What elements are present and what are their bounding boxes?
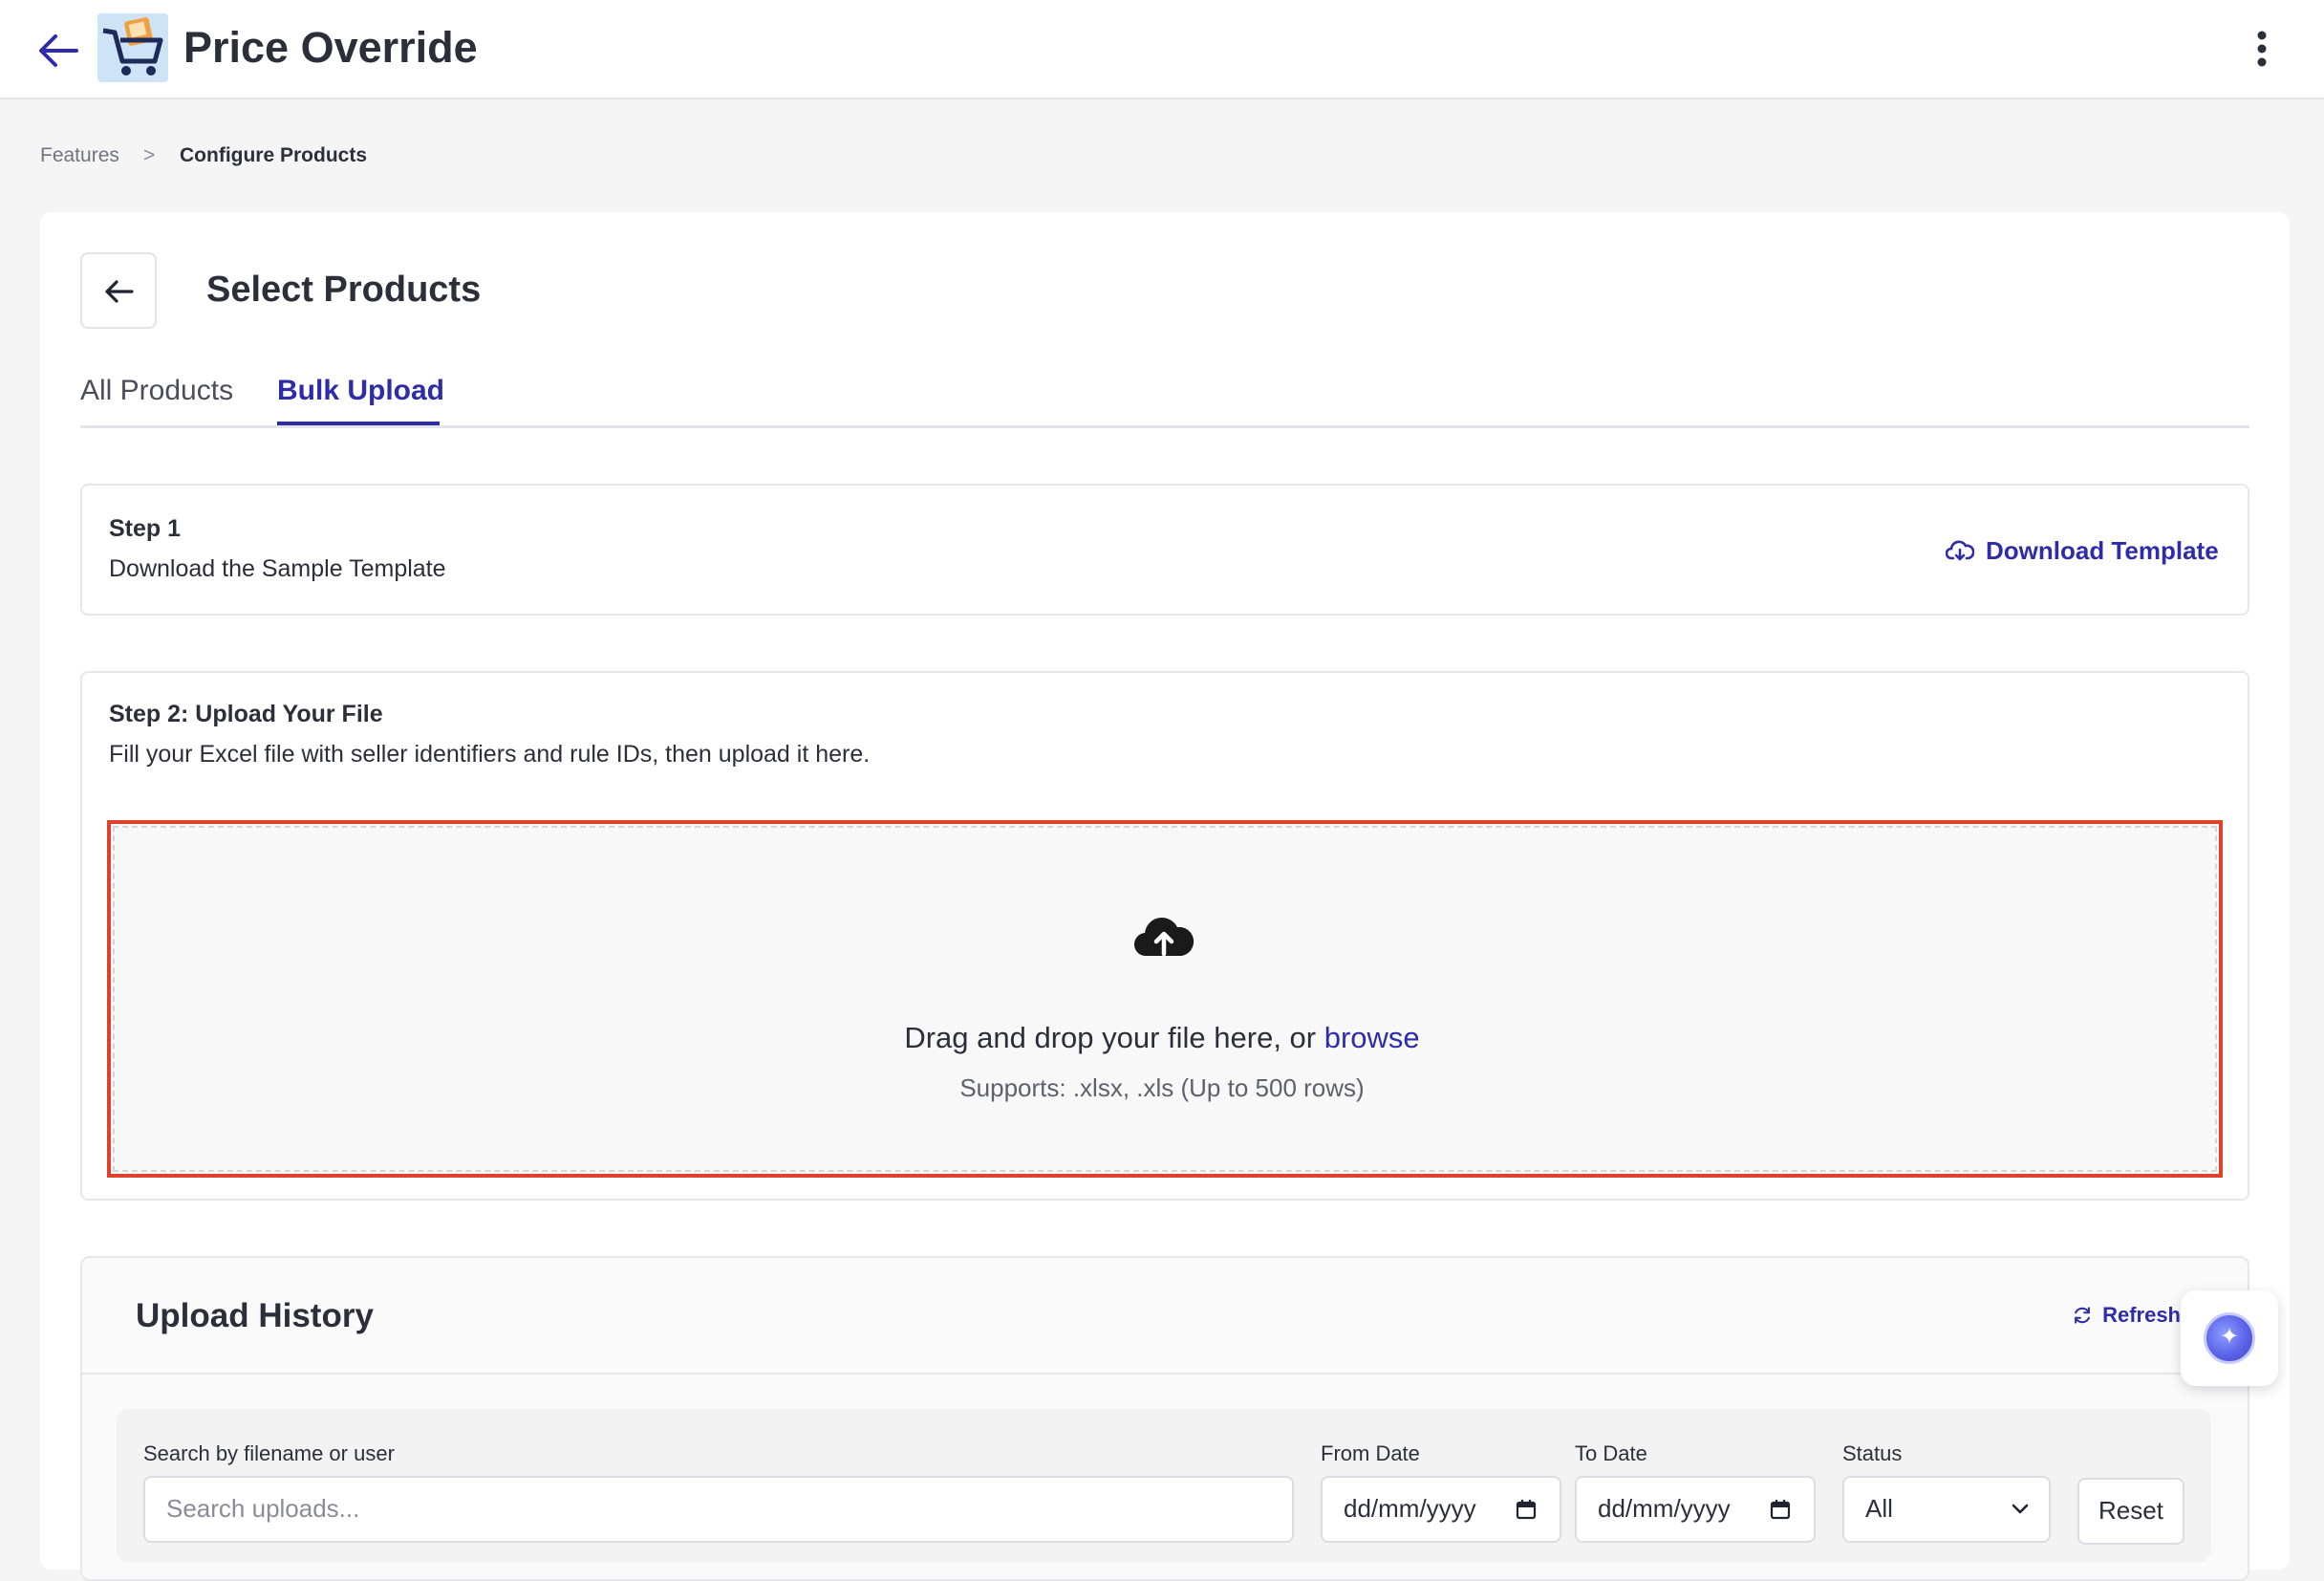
file-dropzone[interactable] xyxy=(107,820,2223,1178)
dropzone-text: Drag and drop your file here, or xyxy=(904,1021,1317,1054)
breadcrumb-features[interactable]: Features xyxy=(40,141,119,170)
refresh-button[interactable]: Refresh xyxy=(2072,1298,2181,1332)
to-date-label: To Date xyxy=(1575,1441,1647,1465)
chevron-down-icon xyxy=(2012,1504,2029,1514)
tab-bulk-upload[interactable]: Bulk Upload xyxy=(277,371,444,411)
breadcrumb-current: Configure Products xyxy=(180,144,368,166)
history-header-divider xyxy=(82,1373,2248,1375)
app-logo xyxy=(97,13,168,82)
download-template-link[interactable]: Download Template xyxy=(1946,533,2219,568)
sparkle-icon: ✦ xyxy=(2204,1312,2255,1364)
assistant-button[interactable]: ✦ xyxy=(2181,1290,2278,1386)
kebab-menu-icon[interactable] xyxy=(2248,27,2276,71)
dropzone-instructions: Drag and drop your file here, or browse xyxy=(0,1017,2324,1059)
refresh-icon xyxy=(2075,1307,2090,1324)
from-date-label: From Date xyxy=(1321,1441,1420,1465)
to-date-input[interactable]: dd/mm/yyyy xyxy=(1575,1476,1816,1543)
breadcrumb-separator: > xyxy=(143,144,156,166)
status-value: All xyxy=(1865,1494,1893,1523)
tab-all-products[interactable]: All Products xyxy=(80,371,233,411)
back-arrow-icon[interactable] xyxy=(34,29,82,73)
active-tab-indicator xyxy=(277,422,440,425)
cloud-download-icon xyxy=(1946,540,1974,561)
from-date-input[interactable]: dd/mm/yyyy xyxy=(1321,1476,1561,1543)
download-template-label: Download Template xyxy=(1986,535,2219,565)
back-button[interactable] xyxy=(80,252,157,329)
browse-link[interactable]: browse xyxy=(1324,1021,1420,1054)
step1-description: Download the Sample Template xyxy=(109,555,446,582)
step1-label: Step 1 xyxy=(109,515,182,542)
app-title: Price Override xyxy=(183,23,478,72)
refresh-label: Refresh xyxy=(2102,1303,2181,1327)
dropzone-dashed-border xyxy=(113,826,2217,1172)
search-input[interactable]: Search uploads... xyxy=(143,1476,1294,1543)
step2-label: Step 2: Upload Your File xyxy=(109,701,383,727)
calendar-icon xyxy=(1516,1500,1537,1520)
dropzone-supported-formats: Supports: .xlsx, .xls (Up to 500 rows) xyxy=(959,1073,1365,1102)
status-label: Status xyxy=(1842,1441,1903,1465)
to-date-value: dd/mm/yyyy xyxy=(1598,1494,1731,1523)
calendar-icon xyxy=(1770,1500,1791,1520)
tab-divider xyxy=(80,425,2249,428)
page-title: Select Products xyxy=(206,270,482,310)
step1-panel xyxy=(80,484,2249,616)
search-label: Search by filename or user xyxy=(143,1441,395,1465)
step2-description: Fill your Excel file with seller identif… xyxy=(109,741,871,768)
upload-history-title: Upload History xyxy=(136,1297,374,1334)
from-date-value: dd/mm/yyyy xyxy=(1344,1494,1476,1523)
arrow-left-icon xyxy=(105,280,134,303)
cloud-upload-icon xyxy=(1133,912,1194,962)
status-select[interactable]: All xyxy=(1842,1476,2051,1543)
